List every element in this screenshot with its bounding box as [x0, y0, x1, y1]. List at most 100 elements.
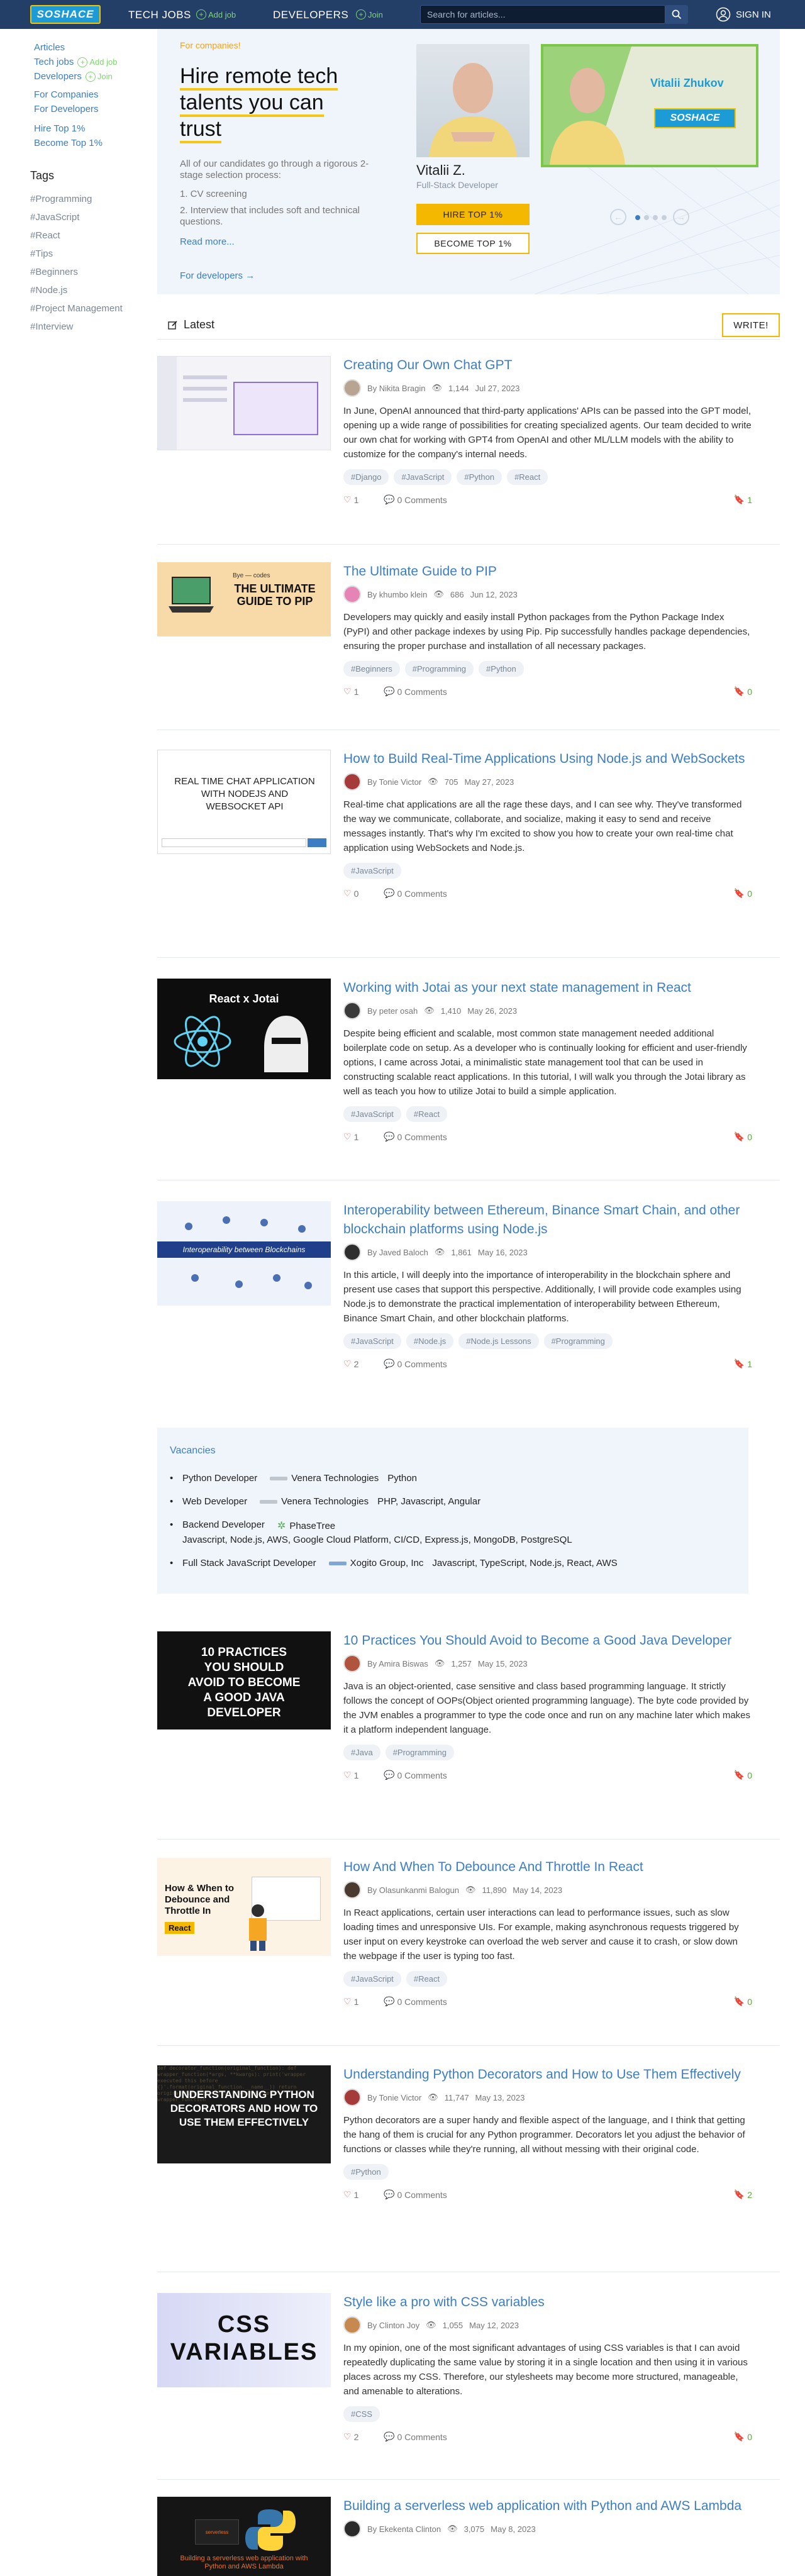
sidebar-become-top[interactable]: Become Top 1%	[30, 136, 150, 150]
post-author[interactable]: By Tonie Victor	[367, 777, 421, 787]
author-avatar[interactable]	[343, 2520, 361, 2538]
post-tag[interactable]: #JavaScript	[394, 469, 452, 485]
post-author[interactable]: By Nikita Bragin	[367, 384, 425, 393]
sidebar-tag[interactable]: #Beginners	[30, 263, 150, 281]
hero-for-developers[interactable]: For developers →	[180, 270, 255, 281]
post-tag[interactable]: #Programming	[404, 661, 474, 677]
author-avatar[interactable]	[343, 379, 361, 397]
vacancy-row[interactable]: • Backend Developer ✲ PhaseTree Javascrip…	[170, 1519, 736, 1545]
post-thumbnail[interactable]: 10 PRACTICES YOU SHOULD AVOID TO BECOME …	[157, 1631, 331, 1729]
vacancy-role[interactable]: Backend Developer	[182, 1519, 265, 1530]
nav-developers[interactable]: DEVELOPERS	[273, 9, 348, 21]
post-title[interactable]: Style like a pro with CSS variables	[343, 2295, 545, 2309]
post-tag[interactable]: #Node.js	[406, 1333, 454, 1349]
slider-dot[interactable]	[644, 215, 649, 220]
like-button[interactable]: ♡ 0	[343, 888, 358, 899]
soshace-logo[interactable]: SOSHACE	[30, 5, 101, 24]
like-button[interactable]: ♡ 1	[343, 494, 358, 505]
vacancy-role[interactable]: Python Developer	[182, 1473, 257, 1484]
slider-dot[interactable]	[653, 215, 658, 220]
post-author[interactable]: By Amira Biswas	[367, 1659, 428, 1668]
sidebar-tech-jobs[interactable]: Tech jobs	[34, 57, 74, 67]
post-thumbnail[interactable]: How & When to Debounce and Throttle In R…	[157, 1858, 331, 1956]
search-input[interactable]	[420, 5, 665, 24]
sidebar-tag[interactable]: #Interview	[30, 318, 150, 336]
post-tag[interactable]: #Beginners	[343, 661, 400, 677]
write-button[interactable]: WRITE!	[722, 313, 780, 337]
post-title[interactable]: 10 Practices You Should Avoid to Become …	[343, 1633, 731, 1648]
like-button[interactable]: ♡ 2	[343, 2431, 358, 2442]
sidebar-tag[interactable]: #Node.js	[30, 281, 150, 299]
search-button[interactable]	[665, 5, 688, 24]
hero-read-more[interactable]: Read more...	[180, 236, 235, 247]
bookmark-button[interactable]: 🔖 1	[734, 494, 752, 505]
sidebar-tag[interactable]: #Project Management	[30, 299, 150, 318]
sidebar-add-job[interactable]: + Add job	[77, 57, 117, 67]
author-avatar[interactable]	[343, 1243, 361, 1261]
post-thumbnail[interactable]: Bye — codes THE ULTIMATE GUIDE TO PIP	[157, 562, 331, 636]
like-button[interactable]: ♡ 1	[343, 1996, 358, 2007]
post-tag[interactable]: #Programming	[543, 1333, 613, 1349]
post-thumbnail[interactable]: Interoperability between Blockchains	[157, 1201, 331, 1306]
post-title[interactable]: How And When To Debounce And Throttle In…	[343, 1860, 643, 1874]
post-tag[interactable]: #Python	[479, 661, 524, 677]
post-author[interactable]: By Tonie Victor	[367, 2093, 421, 2102]
bookmark-button[interactable]: 🔖 0	[734, 1131, 752, 1142]
post-title[interactable]: Understanding Python Decorators and How …	[343, 2067, 741, 2082]
sign-in-link[interactable]: SIGN IN	[716, 7, 771, 22]
comments-link[interactable]: 💬 0 Comments	[384, 2189, 447, 2200]
author-avatar[interactable]	[343, 1655, 361, 1672]
like-button[interactable]: ♡ 1	[343, 686, 358, 697]
post-thumbnail[interactable]	[157, 356, 331, 450]
sidebar-for-companies[interactable]: For Companies	[30, 87, 150, 102]
sidebar-tag[interactable]: #JavaScript	[30, 208, 150, 226]
comments-link[interactable]: 💬 0 Comments	[384, 494, 447, 505]
post-title[interactable]: The Ultimate Guide to PIP	[343, 564, 497, 579]
like-button[interactable]: ♡ 1	[343, 2189, 358, 2200]
nav-join[interactable]: + Join	[356, 9, 383, 19]
comments-link[interactable]: 💬 0 Comments	[384, 2431, 447, 2442]
post-tag[interactable]: #CSS	[343, 2406, 380, 2422]
post-author[interactable]: By Javed Baloch	[367, 1248, 428, 1257]
like-button[interactable]: ♡ 1	[343, 1131, 358, 1142]
post-tag[interactable]: #Programming	[385, 1745, 454, 1760]
vacancy-role[interactable]: Web Developer	[182, 1496, 247, 1507]
author-avatar[interactable]	[343, 773, 361, 791]
nav-tech-jobs[interactable]: TECH JOBS	[128, 9, 191, 21]
author-avatar[interactable]	[343, 2316, 361, 2334]
comments-link[interactable]: 💬 0 Comments	[384, 686, 447, 697]
post-title[interactable]: Interoperability between Ethereum, Binan…	[343, 1203, 740, 1236]
comments-link[interactable]: 💬 0 Comments	[384, 1358, 447, 1369]
post-author[interactable]: By khumbo klein	[367, 590, 427, 599]
bookmark-button[interactable]: 🔖 1	[734, 1358, 752, 1369]
post-tag[interactable]: #JavaScript	[343, 1333, 401, 1349]
bookmark-button[interactable]: 🔖 2	[734, 2189, 752, 2200]
post-author[interactable]: By Ekekenta Clinton	[367, 2524, 441, 2534]
author-avatar[interactable]	[343, 1881, 361, 1899]
slider-prev-button[interactable]: ←	[610, 209, 626, 225]
post-thumbnail[interactable]: serverless Building a serverless web app…	[157, 2497, 331, 2576]
post-tag[interactable]: #Java	[343, 1745, 380, 1760]
slider-next-button[interactable]: →	[673, 209, 689, 225]
post-author[interactable]: By peter osah	[367, 1006, 418, 1016]
like-button[interactable]: ♡ 2	[343, 1358, 358, 1369]
post-tag[interactable]: #Node.js Lessons	[458, 1333, 539, 1349]
bookmark-button[interactable]: 🔖 0	[734, 2431, 752, 2442]
like-button[interactable]: ♡ 1	[343, 1770, 358, 1780]
vacancy-row[interactable]: • Web Developer Venera Technologies PHP,…	[170, 1496, 736, 1507]
vacancy-row[interactable]: • Full Stack JavaScript Developer Xogito…	[170, 1558, 736, 1568]
bookmark-button[interactable]: 🔖 0	[734, 1996, 752, 2007]
bookmark-button[interactable]: 🔖 0	[734, 686, 752, 697]
vacancy-row[interactable]: • Python Developer Venera Technologies P…	[170, 1473, 736, 1484]
comments-link[interactable]: 💬 0 Comments	[384, 1131, 447, 1142]
sidebar-articles[interactable]: Articles	[30, 40, 150, 55]
nav-add-job[interactable]: + Add job	[196, 9, 236, 19]
post-title[interactable]: How to Build Real-Time Applications Usin…	[343, 752, 745, 766]
post-title[interactable]: Working with Jotai as your next state ma…	[343, 980, 691, 995]
vacancy-role[interactable]: Full Stack JavaScript Developer	[182, 1558, 316, 1568]
post-tag[interactable]: #Django	[343, 469, 389, 485]
sidebar-tag[interactable]: #Programming	[30, 190, 150, 208]
sidebar-for-developers[interactable]: For Developers	[30, 102, 150, 116]
author-avatar[interactable]	[343, 2089, 361, 2106]
post-thumbnail[interactable]: React x Jotai	[157, 979, 331, 1079]
